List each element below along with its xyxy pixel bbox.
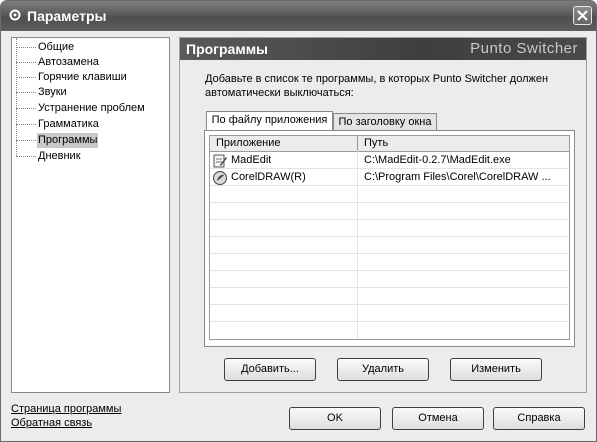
tree-item-label: Грамматика [38,118,99,130]
tree-item-label: Дневник [38,150,81,162]
brand-label: Punto Switcher [470,40,578,57]
row-gridline [210,185,569,186]
close-button[interactable] [573,6,592,25]
close-icon [577,10,588,21]
row-gridline [210,321,569,322]
title-bar[interactable]: Параметры [1,1,596,31]
add-button[interactable]: Добавить... [224,358,316,381]
row-gridline [210,219,569,220]
programs-panel: Программы Punto Switcher Добавьте в спис… [179,37,587,393]
column-header-app[interactable]: Приложение [216,137,281,149]
tab-by-window-title[interactable]: По заголовку окна [333,113,437,130]
tab-content: Приложение Путь MadEdit C:\MadEdit-0.2.7… [204,130,575,347]
list-header: Приложение Путь [210,136,569,152]
window-title: Параметры [27,8,107,24]
parameters-window: Параметры Общие Автозамена Горячие клави… [0,0,597,442]
feedback-link[interactable]: Обратная связь [11,417,92,429]
settings-tree[interactable]: Общие Автозамена Горячие клавиши Звуки У… [11,37,170,393]
row-gridline [210,236,569,237]
tree-item-label: Программы [37,133,99,148]
column-gridline [357,151,358,339]
row-app: MadEdit [231,154,272,166]
row-gridline [210,202,569,203]
settings-icon [9,9,21,21]
tree-item-label: Горячие клавиши [38,71,127,83]
panel-title: Программы [186,41,269,57]
program-page-link[interactable]: Страница программы [11,403,121,415]
panel-description: Добавьте в список те программы, в которы… [205,73,549,99]
row-gridline [210,287,569,288]
edit-button[interactable]: Изменить [450,358,542,381]
tree-item-label: Устранение проблем [38,102,145,114]
coreldraw-icon [213,171,227,185]
row-gridline [210,168,569,169]
column-separator[interactable] [357,136,358,151]
table-row[interactable]: CorelDRAW(R) C:\Program Files\Corel\Core… [210,169,569,186]
madedit-icon [213,154,227,168]
row-gridline [210,253,569,254]
tree-item-label: Общие [38,41,75,53]
tree-connector [16,38,17,156]
tab-by-file[interactable]: По файлу приложения [206,111,333,130]
help-button[interactable]: Справка [493,407,585,430]
table-row[interactable]: MadEdit C:\MadEdit-0.2.7\MadEdit.exe [210,152,569,169]
tree-item-label: Автозамена [38,56,99,68]
row-gridline [210,304,569,305]
row-path: C:\MadEdit-0.2.7\MadEdit.exe [364,154,511,166]
column-header-path[interactable]: Путь [364,137,388,149]
cancel-button[interactable]: Отмена [392,407,484,430]
row-app: CorelDRAW(R) [231,171,306,183]
ok-button[interactable]: OK [289,407,381,430]
panel-header: Программы Punto Switcher [180,38,586,60]
programs-list[interactable]: Приложение Путь MadEdit C:\MadEdit-0.2.7… [209,135,570,340]
row-path: C:\Program Files\Corel\CorelDRAW ... [364,171,551,183]
tree-item-label: Звуки [38,86,67,98]
delete-button[interactable]: Удалить [337,358,429,381]
row-gridline [210,270,569,271]
